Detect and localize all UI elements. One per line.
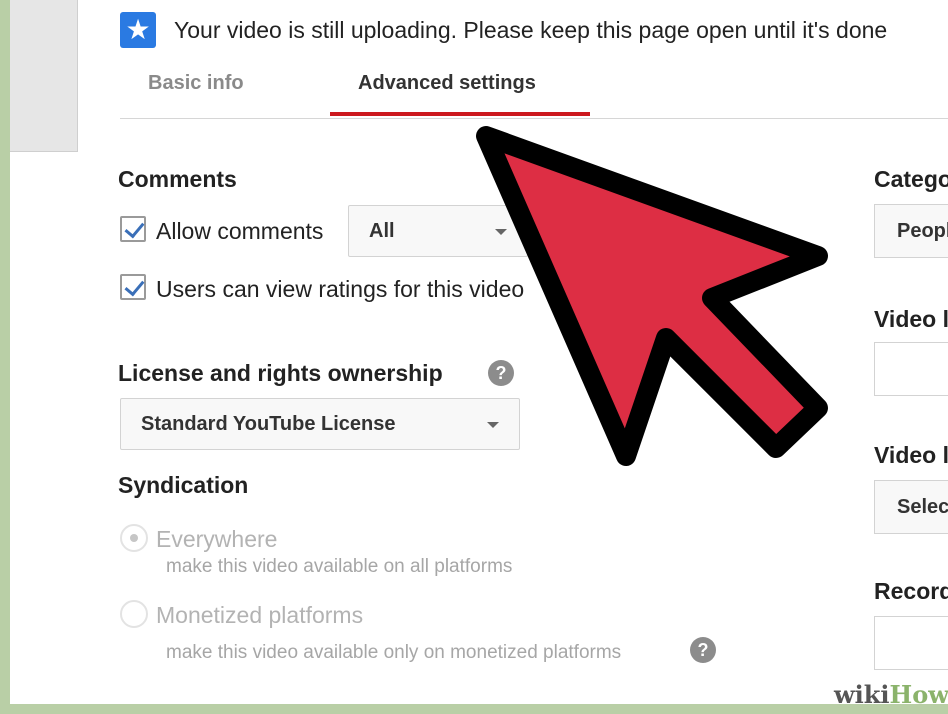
video-language-select[interactable]: Select language xyxy=(874,480,948,534)
license-select[interactable]: Standard YouTube License xyxy=(120,398,520,450)
star-icon: ★ xyxy=(120,12,156,48)
category-label: Category xyxy=(874,166,948,192)
license-select-value: Standard YouTube License xyxy=(141,412,396,435)
video-location-input[interactable] xyxy=(874,342,948,396)
video-language-label: Video language xyxy=(874,442,948,468)
recording-date-label: Recording date xyxy=(874,578,948,604)
help-icon[interactable]: ? xyxy=(690,637,716,663)
upload-notice-text: Your video is still uploading. Please ke… xyxy=(174,16,888,43)
allow-comments-checkbox[interactable] xyxy=(120,216,146,242)
comments-title: Comments xyxy=(118,166,237,192)
comments-filter-value: All xyxy=(369,219,395,242)
syndication-everywhere-radio[interactable] xyxy=(120,524,148,552)
comments-filter-select[interactable]: All xyxy=(348,205,528,257)
ratings-visible-label: Users can view ratings for this video xyxy=(156,276,525,302)
syndication-monetized-label: Monetized platforms xyxy=(156,602,364,628)
video-language-select-value: Select language xyxy=(897,495,948,518)
syndication-everywhere-label: Everywhere xyxy=(156,526,278,552)
ratings-visible-checkbox[interactable] xyxy=(120,274,146,300)
license-title: License and rights ownership xyxy=(118,360,443,386)
chevron-down-icon xyxy=(487,422,499,428)
left-panel-stub xyxy=(10,0,78,152)
tabs-divider xyxy=(120,118,948,119)
tab-advanced-settings[interactable]: Advanced settings xyxy=(358,72,536,115)
syndication-monetized-description: make this video available only on moneti… xyxy=(166,642,622,663)
syndication-everywhere-description: make this video available on all platfor… xyxy=(166,556,513,577)
allow-comments-label: Allow comments xyxy=(156,218,324,244)
recording-date-input[interactable] xyxy=(874,616,948,670)
wikihow-watermark: wikiHow xyxy=(834,680,948,704)
category-select-value: People & Blogs xyxy=(897,219,948,242)
help-icon[interactable]: ? xyxy=(488,360,514,386)
upload-page: ★ Your video is still uploading. Please … xyxy=(10,0,948,704)
video-location-label: Video location xyxy=(874,306,948,332)
chevron-down-icon xyxy=(495,229,507,235)
tab-basic-info[interactable]: Basic info xyxy=(148,72,244,115)
upload-notice: ★ Your video is still uploading. Please … xyxy=(120,12,887,48)
settings-tabs: Basic info Advanced settings xyxy=(120,60,948,120)
category-select[interactable]: People & Blogs xyxy=(874,204,948,258)
active-tab-indicator xyxy=(330,112,590,116)
syndication-title: Syndication xyxy=(118,472,249,498)
syndication-monetized-radio[interactable] xyxy=(120,600,148,628)
